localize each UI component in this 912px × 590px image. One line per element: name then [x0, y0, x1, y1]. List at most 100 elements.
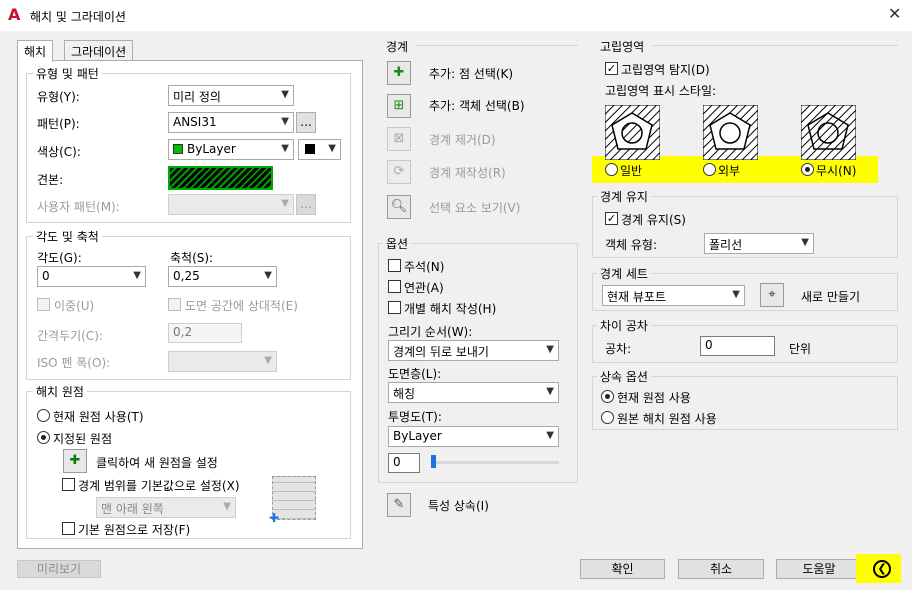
add-pick-points-icon[interactable]: ✚ [387, 61, 411, 85]
layer-label: 도면층(L): [388, 367, 442, 381]
add-select-objects-icon[interactable]: ⊞ [387, 94, 411, 118]
relative-paperspace-label: 도면 공간에 상대적(E) [185, 299, 298, 313]
boundary-set-select[interactable]: 현재 뷰포트 ▼ [602, 285, 745, 306]
spacing-input[interactable]: 0,2 [168, 323, 242, 343]
associative-checkbox[interactable] [388, 280, 401, 293]
double-checkbox[interactable] [37, 298, 50, 311]
retain-boundaries-checkbox[interactable]: ✓ [605, 212, 618, 225]
boundary-set-title: 경계 세트 [597, 265, 651, 282]
autocad-logo: A [8, 5, 21, 24]
scale-value: 0,25 [173, 269, 200, 283]
background-color-select[interactable]: ▼ [298, 139, 341, 160]
transparency-slider-track[interactable] [432, 461, 559, 464]
island-normal-image[interactable] [605, 105, 660, 160]
transparency-slider-thumb[interactable] [431, 455, 436, 468]
view-selections-icon[interactable]: 🔍︎ [387, 195, 411, 219]
annotative-checkbox[interactable] [388, 259, 401, 272]
specified-origin-radio[interactable] [37, 431, 50, 444]
ok-button[interactable]: 확인 [580, 559, 665, 579]
add-pick-points-label: 추가: 점 선택(K) [429, 67, 514, 81]
island-detection-label: 고립영역 탐지(D) [621, 63, 710, 77]
chevron-down-icon: ▼ [546, 386, 554, 397]
iso-pen-width-select[interactable]: ▼ [168, 351, 277, 372]
type-label: 유형(Y): [37, 90, 80, 104]
associative-label: 연관(A) [404, 281, 444, 295]
tolerance-input[interactable]: 0 [700, 336, 775, 356]
island-ignore-label: 무시(N) [816, 164, 857, 178]
type-select[interactable]: 미리 정의 ▼ [168, 85, 294, 106]
chevron-down-icon: ▼ [281, 198, 289, 209]
new-boundary-set-label: 새로 만들기 [801, 290, 861, 304]
use-current-origin-label: 현재 원점 사용(T) [53, 410, 144, 424]
transparency-label: 투명도(T): [388, 410, 442, 424]
inherit-source-origin-radio[interactable] [601, 411, 614, 424]
pattern-browse-button[interactable]: ... [296, 112, 316, 133]
click-set-origin-icon[interactable]: ✚ [63, 449, 87, 473]
chevron-down-icon: ▼ [546, 430, 554, 441]
remove-boundaries-label: 경계 제거(D) [429, 133, 496, 147]
default-extents-checkbox[interactable] [62, 478, 75, 491]
type-pattern-title: 유형 및 패턴 [33, 65, 102, 82]
inherit-current-origin-radio[interactable] [601, 390, 614, 403]
title-bar [0, 0, 912, 31]
island-outer-radio[interactable] [703, 163, 716, 176]
preview-button[interactable]: 미리보기 [17, 560, 101, 578]
store-default-origin-checkbox[interactable] [62, 522, 75, 535]
object-type-select[interactable]: 폴리선 ▼ [704, 233, 814, 254]
tab-hatch[interactable]: 해치 [17, 40, 54, 62]
boundaries-title: 경계 [386, 40, 409, 54]
relative-paperspace-checkbox[interactable] [168, 298, 181, 311]
inherit-source-origin-label: 원본 해치 원점 사용 [617, 412, 717, 426]
double-label: 이중(U) [54, 299, 95, 313]
separate-hatches-checkbox[interactable] [388, 301, 401, 314]
origin-position-select[interactable]: 맨 아래 왼쪽 ▼ [96, 497, 236, 518]
collapse-options-icon[interactable]: ❮ [873, 560, 891, 578]
hatch-sample[interactable] [168, 166, 273, 190]
angle-select[interactable]: 0 ▼ [37, 266, 146, 287]
islands-title: 고립영역 [600, 40, 645, 54]
inherit-properties-icon[interactable]: ✎ [387, 493, 411, 517]
options-title: 옵션 [383, 235, 412, 252]
sample-label: 견본: [37, 173, 64, 187]
custom-pattern-select[interactable]: ▼ [168, 194, 294, 215]
chevron-down-icon: ▼ [732, 289, 740, 300]
color-value: ByLayer [187, 142, 236, 156]
new-boundary-set-icon[interactable]: ⌖ [760, 283, 784, 307]
window-title: 해치 및 그라데이션 [30, 10, 126, 24]
transparency-amount-input[interactable]: 0 [388, 453, 420, 473]
chevron-down-icon: ▼ [281, 89, 289, 100]
island-outer-image[interactable] [703, 105, 758, 160]
chevron-down-icon: ▼ [223, 501, 231, 512]
island-ignore-radio[interactable] [801, 163, 814, 176]
object-type-value: 폴리선 [709, 238, 743, 252]
color-select[interactable]: ByLayer ▼ [168, 139, 294, 160]
default-extents-label: 경계 범위를 기본값으로 설정(X) [78, 479, 240, 493]
close-icon[interactable]: ✕ [888, 5, 901, 23]
boundary-set-value: 현재 뷰포트 [607, 290, 667, 304]
draw-order-label: 그리기 순서(W): [388, 325, 473, 339]
object-type-label: 객체 유형: [605, 238, 658, 252]
layer-select[interactable]: 해칭 ▼ [388, 382, 559, 403]
pattern-select[interactable]: ANSI31 ▼ [168, 112, 294, 133]
specified-origin-label: 지정된 원점 [53, 432, 113, 446]
tab-gradient[interactable]: 그라데이션 [64, 40, 134, 61]
island-normal-radio[interactable] [605, 163, 618, 176]
cancel-button[interactable]: 취소 [678, 559, 764, 579]
draw-order-select[interactable]: 경계의 뒤로 보내기 ▼ [388, 340, 559, 361]
remove-boundaries-icon[interactable]: ⊠ [387, 127, 411, 151]
recreate-boundary-icon[interactable]: ⟳ [387, 160, 411, 184]
island-ignore-image[interactable] [801, 105, 856, 160]
spacing-label: 간격두기(C): [37, 329, 103, 343]
chevron-down-icon: ▼ [546, 344, 554, 355]
help-button[interactable]: 도움말 [776, 559, 862, 579]
custom-pattern-label: 사용자 패턴(M): [37, 200, 120, 214]
color-swatch [173, 144, 183, 154]
color-label: 색상(C): [37, 145, 81, 159]
transparency-select[interactable]: ByLayer ▼ [388, 426, 559, 447]
scale-select[interactable]: 0,25 ▼ [168, 266, 277, 287]
use-current-origin-radio[interactable] [37, 409, 50, 422]
custom-pattern-browse-button[interactable]: ... [296, 194, 316, 215]
island-outer-label: 외부 [718, 164, 741, 178]
chevron-down-icon: ▼ [264, 355, 272, 366]
island-detection-checkbox[interactable]: ✓ [605, 62, 618, 75]
